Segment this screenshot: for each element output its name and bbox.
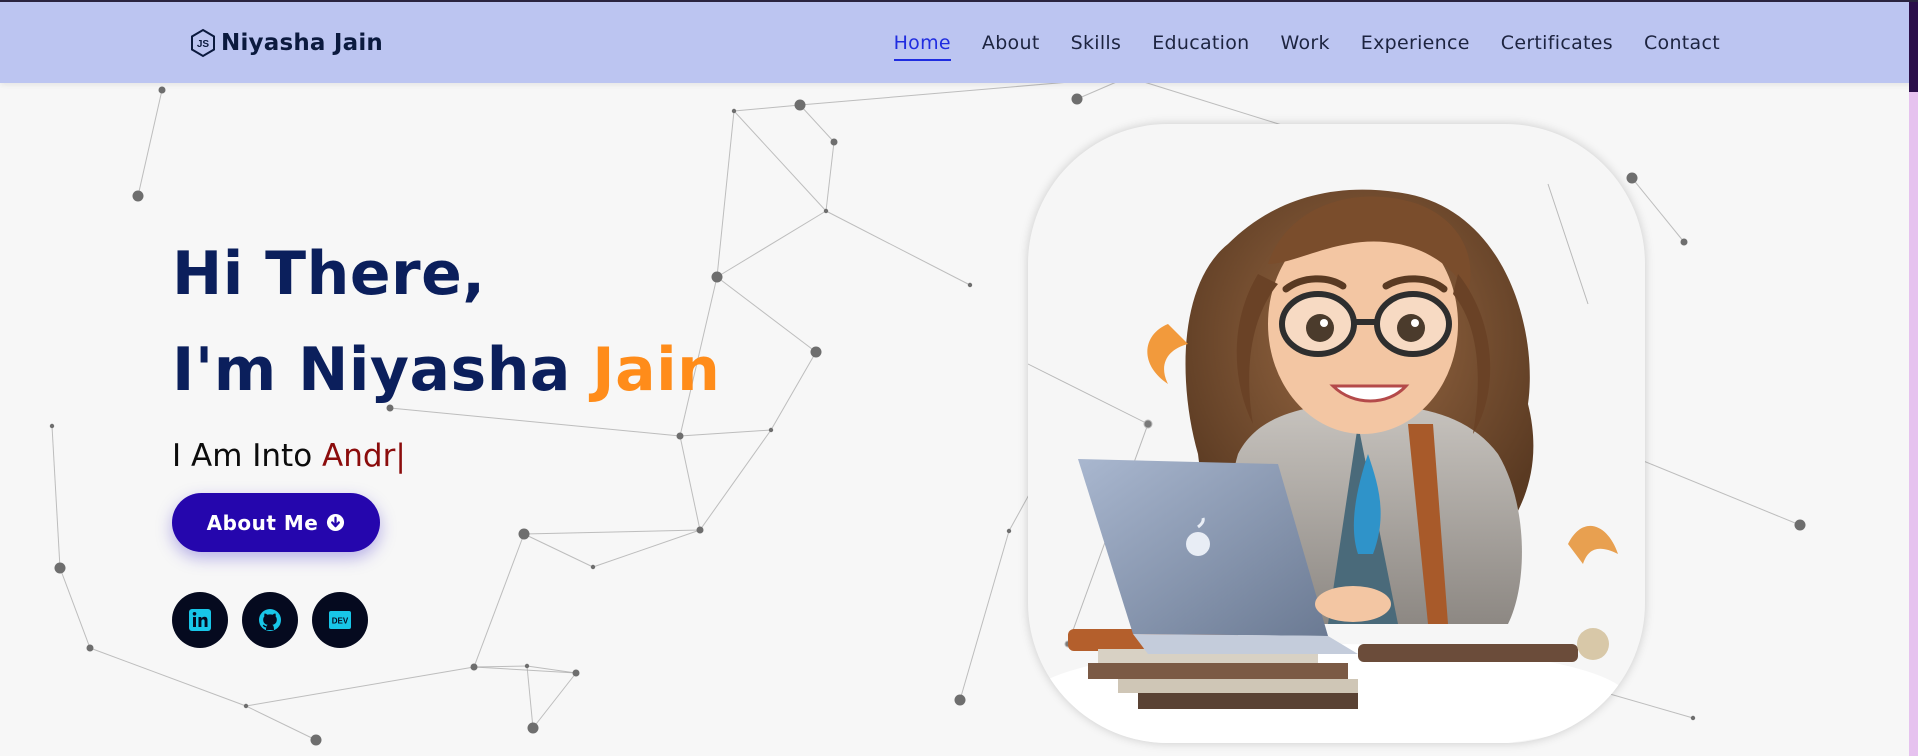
particle-node (49, 423, 55, 429)
linkedin-link[interactable] (172, 592, 228, 648)
particle-link (532, 672, 577, 729)
particle-link (245, 666, 475, 707)
particle-node (243, 703, 249, 709)
particle-node (1071, 93, 1083, 105)
particle-link (89, 647, 247, 707)
avatar-illustration-card (1028, 124, 1645, 743)
dev-icon: DEV (329, 611, 351, 629)
particle-node (54, 562, 66, 574)
particle-node (768, 427, 774, 433)
particle-link (716, 210, 827, 278)
particle-node (518, 528, 530, 540)
particle-link (799, 104, 835, 143)
brand[interactable]: JS Niyasha Jain (189, 26, 383, 60)
particle-node (310, 734, 322, 746)
particle-node (132, 190, 144, 202)
nav-education[interactable]: Education (1152, 26, 1249, 60)
navbar: JS Niyasha Jain Home About Skills Educat… (0, 2, 1918, 83)
particle-link (825, 141, 835, 212)
particle-link (51, 425, 61, 569)
github-icon (259, 609, 281, 631)
particle-node (1794, 519, 1806, 531)
particle-node (527, 722, 539, 734)
particle-node (1680, 238, 1688, 246)
particle-node (1690, 715, 1696, 721)
particle-node (967, 282, 973, 288)
nodejs-hexagon-icon: JS (191, 28, 215, 58)
particle-node (158, 86, 166, 94)
typed-text: Andr (322, 438, 396, 474)
particle-node (810, 346, 822, 358)
svg-text:JS: JS (197, 39, 210, 50)
nav-home[interactable]: Home (893, 26, 952, 61)
linkedin-icon (189, 609, 211, 631)
scrollbar-track[interactable] (1909, 2, 1918, 756)
typed-prefix: I Am Into (172, 438, 323, 474)
typed-line: I Am Into Andr| (172, 438, 720, 474)
particle-node (1626, 172, 1638, 184)
nav-contact[interactable]: Contact (1644, 26, 1720, 60)
top-border (0, 0, 1918, 2)
particle-node (524, 663, 530, 669)
about-me-label: About Me (206, 510, 319, 535)
particle-link (716, 276, 817, 353)
intro-highlight: Jain (592, 335, 721, 405)
particle-node (823, 208, 829, 214)
greeting-text: Hi There, (172, 239, 486, 309)
particle-link (770, 351, 817, 431)
avatar-illustration (1028, 183, 1628, 743)
particle-link (733, 110, 827, 212)
particle-node (954, 694, 966, 706)
arrow-down-circle-icon (327, 513, 345, 532)
greeting-heading: Hi There, (172, 226, 720, 322)
brand-name: Niyasha Jain (221, 30, 383, 56)
particle-link (825, 210, 971, 286)
hero-text: Hi There, I'm Niyasha Jain I Am Into And… (172, 226, 720, 474)
social-links: DEV (172, 592, 368, 648)
intro-prefix: I'm Niyasha (172, 335, 593, 405)
nav-skills[interactable]: Skills (1071, 26, 1122, 60)
particle-link (523, 529, 701, 535)
about-me-button[interactable]: About Me (172, 493, 380, 552)
github-link[interactable] (242, 592, 298, 648)
particle-link (137, 89, 163, 197)
scrollbar-thumb[interactable] (1909, 2, 1918, 92)
particle-node (731, 108, 737, 114)
particle-link (733, 104, 801, 112)
particle-link (473, 666, 577, 674)
typed-cursor: | (395, 438, 406, 474)
particle-link (59, 567, 91, 649)
nav-experience[interactable]: Experience (1361, 26, 1470, 60)
particle-link (473, 665, 528, 668)
particle-node (830, 138, 838, 146)
main-nav: Home About Skills Education Work Experie… (863, 2, 1720, 83)
nav-about[interactable]: About (982, 26, 1040, 60)
particle-node (86, 644, 94, 652)
nav-work[interactable]: Work (1280, 26, 1329, 60)
particle-link (523, 533, 594, 568)
particle-link (526, 665, 534, 729)
particle-link (592, 529, 701, 568)
particle-node (590, 564, 596, 570)
particle-link (473, 533, 525, 668)
particle-node (470, 663, 478, 671)
particle-link (959, 530, 1010, 701)
intro-heading: I'm Niyasha Jain (172, 322, 720, 418)
particle-node (794, 99, 806, 111)
particle-link (1640, 459, 1801, 526)
nav-certificates[interactable]: Certificates (1501, 26, 1613, 60)
dev-link[interactable]: DEV (312, 592, 368, 648)
particle-node (572, 669, 580, 677)
particle-node (1006, 528, 1012, 534)
particle-link (245, 705, 317, 741)
dev-icon-label: DEV (332, 617, 349, 626)
particle-node (696, 526, 704, 534)
